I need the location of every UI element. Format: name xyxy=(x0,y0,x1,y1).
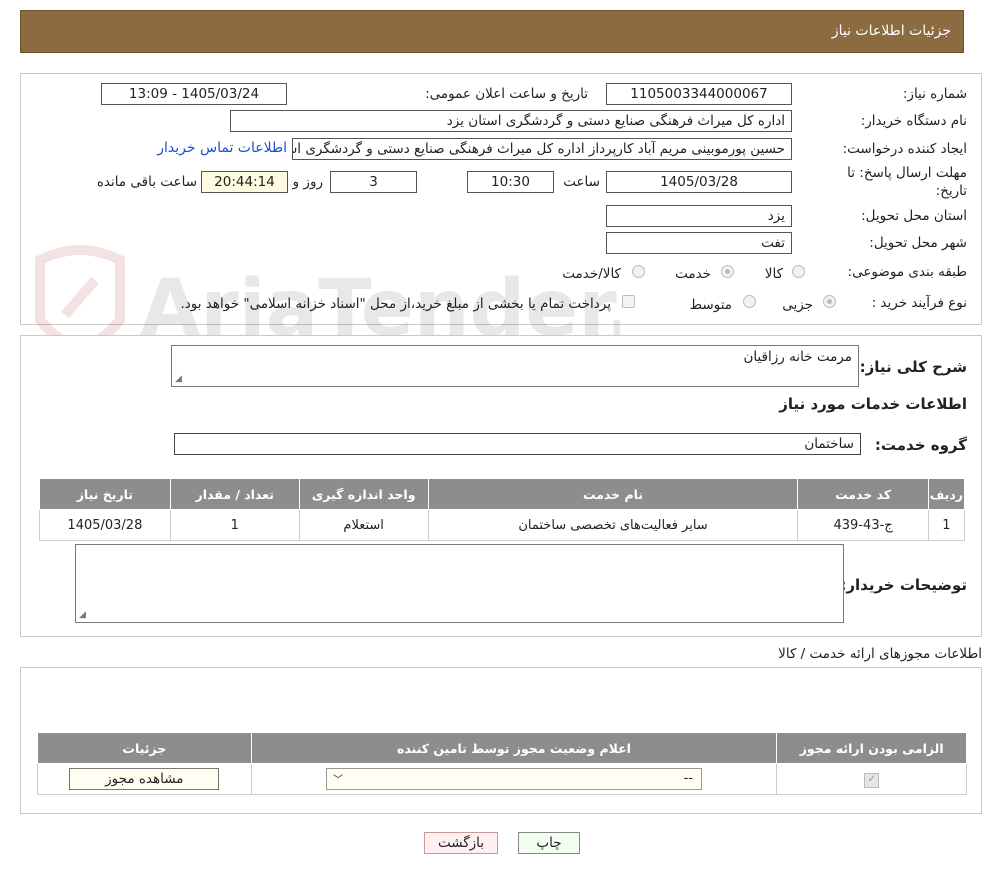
cell-unit: استعلام xyxy=(298,509,429,541)
need-number-label: شماره نیاز: xyxy=(902,86,967,102)
need-number-field: 1105003344000067 xyxy=(606,83,792,105)
resize-grip-icon[interactable]: ◢ xyxy=(79,610,86,620)
process-minor-radio[interactable] xyxy=(823,295,836,308)
col-unit: واحد اندازه گیری xyxy=(298,478,429,510)
back-button[interactable]: بازگشت xyxy=(424,832,498,854)
province-label: استان محل تحویل: xyxy=(861,208,967,224)
service-group-field: ساختمان xyxy=(174,433,861,455)
col-date: تاریخ نیاز xyxy=(39,478,171,510)
summary-label: شرح کلی نیاز: xyxy=(859,358,967,376)
category-both-label: کالا/خدمت xyxy=(562,266,621,282)
cell-qty: 1 xyxy=(169,509,300,541)
deadline-label: مهلت ارسال پاسخ: تا xyxy=(847,165,967,181)
col-name: نام خدمت xyxy=(427,478,799,510)
permits-title: اطلاعات مجوزهای ارائه خدمت / کالا xyxy=(778,646,982,662)
cell-code: ج-43-439 xyxy=(797,509,929,541)
col-row: ردیف xyxy=(927,478,966,510)
cell-date: 1405/03/28 xyxy=(39,509,171,541)
services-section-title: اطلاعات خدمات مورد نیاز xyxy=(779,395,967,413)
category-both-radio[interactable] xyxy=(632,265,645,278)
permit-status-value: -- xyxy=(683,771,693,786)
permits-table: الزامی بودن ارائه مجوز اعلام وضعیت مجوز … xyxy=(37,732,967,795)
view-permit-button[interactable]: مشاهده مجوز xyxy=(69,768,220,790)
page-header: جزئیات اطلاعات نیاز xyxy=(20,10,964,53)
payment-note: پرداخت تمام یا بخشی از مبلغ خرید،از محل … xyxy=(180,296,611,312)
buyer-notes-label: توضیحات خریدار: xyxy=(840,576,967,594)
required-checkbox: ✓ xyxy=(864,772,880,788)
services-table: ردیف کد خدمت نام خدمت واحد اندازه گیری ت… xyxy=(39,478,966,541)
permit-required-cell: ✓ xyxy=(776,763,967,795)
buyer-notes-textarea[interactable]: ◢ xyxy=(75,544,844,623)
permit-details-cell: مشاهده مجوز xyxy=(37,763,252,795)
creator-label: ایجاد کننده درخواست: xyxy=(842,141,967,157)
cell-name: سایر فعالیت‌های تخصصی ساختمان xyxy=(427,509,799,541)
chevron-down-icon: ﹀ xyxy=(332,775,343,786)
table-row: ✓ ﹀ -- مشاهده مجوز xyxy=(37,763,967,795)
announce-field: 1405/03/24 - 13:09 xyxy=(101,83,287,105)
process-label: نوع فرآیند خرید : xyxy=(871,295,967,311)
deadline-label-date: تاریخ: xyxy=(935,183,967,199)
deadline-date-field: 1405/03/28 xyxy=(606,171,792,193)
permit-status-cell: ﹀ -- xyxy=(250,763,778,795)
days-field: 3 xyxy=(330,171,417,193)
category-goods-radio[interactable] xyxy=(792,265,805,278)
col-code: کد خدمت xyxy=(797,478,929,510)
buyer-field: اداره کل میراث فرهنگی صنایع دستی و گردشگ… xyxy=(230,110,792,132)
process-minor-label: جزیی xyxy=(782,297,813,313)
province-field: یزد xyxy=(606,205,792,227)
buyer-contact-link[interactable]: اطلاعات تماس خریدار xyxy=(157,140,287,156)
category-label: طبقه بندی موضوعی: xyxy=(847,264,967,280)
remaining-label: ساعت باقی مانده xyxy=(96,174,197,190)
process-medium-label: متوسط xyxy=(689,297,732,313)
page-title: جزئیات اطلاعات نیاز xyxy=(831,23,951,39)
category-service-label: خدمت xyxy=(675,266,711,282)
buyer-notes-text xyxy=(76,545,843,551)
deadline-time-label: ساعت xyxy=(563,174,600,190)
col-permit-details: جزئیات xyxy=(37,732,252,764)
announce-label: تاریخ و ساعت اعلان عمومی: xyxy=(425,86,588,102)
table-row: 1 ج-43-439 سایر فعالیت‌های تخصصی ساختمان… xyxy=(39,509,966,541)
category-goods-label: کالا xyxy=(764,266,783,282)
permit-status-select[interactable]: ﹀ -- xyxy=(325,768,702,790)
process-medium-radio[interactable] xyxy=(743,295,756,308)
category-service-radio[interactable] xyxy=(721,265,734,278)
remaining-time-field: 20:44:14 xyxy=(201,171,288,193)
resize-grip-icon[interactable]: ◢ xyxy=(175,374,182,384)
treasury-checkbox[interactable] xyxy=(622,295,635,308)
days-label: روز و xyxy=(292,174,323,190)
city-field: تفت xyxy=(606,232,792,254)
creator-field: حسین پورموبینی مریم آباد کارپرداز اداره … xyxy=(292,138,792,160)
summary-textarea[interactable]: مرمت خانه رزاقیان ◢ xyxy=(171,345,859,387)
col-permit-status: اعلام وضعیت مجوز توسط تامین کننده xyxy=(250,732,778,764)
buyer-label: نام دستگاه خریدار: xyxy=(860,113,967,129)
city-label: شهر محل تحویل: xyxy=(869,235,967,251)
summary-text: مرمت خانه رزاقیان xyxy=(743,349,852,365)
print-button[interactable]: چاپ xyxy=(518,832,580,854)
cell-row: 1 xyxy=(927,509,966,541)
col-qty: تعداد / مقدار xyxy=(169,478,300,510)
col-permit-required: الزامی بودن ارائه مجوز xyxy=(776,732,967,764)
service-group-label: گروه خدمت: xyxy=(874,436,967,454)
deadline-time-field: 10:30 xyxy=(467,171,554,193)
